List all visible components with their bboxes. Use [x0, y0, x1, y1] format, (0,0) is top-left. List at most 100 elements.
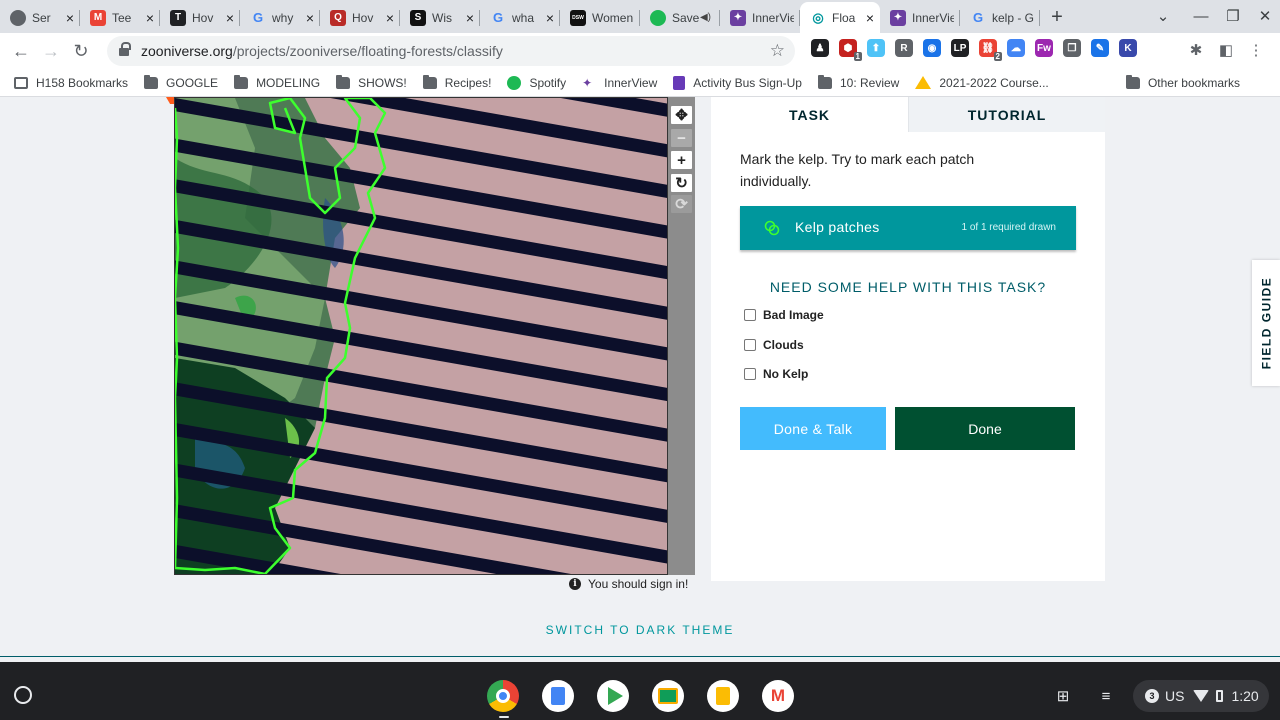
extension-icon[interactable]: ⛓ 2 — [979, 39, 1002, 61]
extension-icon[interactable]: K — [1119, 39, 1137, 57]
reload-icon[interactable]: ↻ — [66, 36, 96, 66]
browser-tab[interactable]: ✦InnerVie× — [720, 2, 800, 33]
close-tab-icon[interactable]: × — [66, 10, 74, 26]
bookmark-item[interactable]: SHOWS! — [336, 74, 407, 90]
extension-icon[interactable]: ⬢ 1 — [839, 39, 862, 61]
extension-icon[interactable]: ✎ — [1091, 39, 1109, 57]
tool-label: Kelp patches — [795, 219, 880, 235]
gmail-icon[interactable]: M — [762, 680, 794, 712]
dark-theme-toggle[interactable]: SWITCH TO DARK THEME — [0, 623, 1280, 637]
done-and-talk-button[interactable]: Done & Talk — [740, 407, 886, 450]
close-tab-icon[interactable]: × — [466, 10, 474, 26]
classroom-icon[interactable] — [652, 680, 684, 712]
bookmark-item[interactable]: GOOGLE — [144, 74, 219, 90]
address-bar[interactable]: zooniverse.org/projects/zooniverse/float… — [107, 36, 795, 66]
bookmark-item[interactable]: Spotify — [507, 75, 566, 90]
zoom-controls: ✥ − + ↻ ⟳ — [668, 97, 695, 575]
browser-tab[interactable]: Q Hov × — [320, 2, 400, 33]
checkbox-box[interactable] — [744, 309, 756, 321]
side-panel-icon[interactable]: ◧ — [1215, 39, 1237, 61]
browser-tab[interactable]: M Tee × — [80, 2, 160, 33]
launcher-icon[interactable] — [14, 686, 32, 704]
speaker-icon[interactable]: ◀) — [700, 12, 711, 23]
field-guide-tab[interactable]: FIELD GUIDE — [1252, 260, 1280, 386]
tab-search-icon[interactable]: ⌄ — [1147, 4, 1179, 28]
move-icon[interactable]: ✥ — [671, 106, 692, 124]
close-tab-icon[interactable]: × — [866, 10, 874, 26]
back-icon[interactable]: ← — [6, 36, 36, 66]
other-bookmarks[interactable]: Other bookmarks — [1125, 74, 1240, 90]
checkbox-box[interactable] — [744, 368, 756, 380]
extensions-puzzle-icon[interactable]: ✱ — [1185, 39, 1207, 61]
browser-tab[interactable]: T Hov × — [160, 2, 240, 33]
close-tab-icon[interactable]: × — [226, 10, 234, 26]
drive-icon — [915, 76, 932, 89]
keep-icon[interactable] — [707, 680, 739, 712]
forward-icon[interactable]: → — [36, 36, 66, 66]
new-tab-icon[interactable]: + — [1040, 2, 1074, 33]
bookmark-item[interactable]: Recipes! — [422, 74, 491, 90]
bookmark-star-icon[interactable]: ☆ — [770, 41, 785, 61]
browser-tab[interactable]: S Wis × — [400, 2, 480, 33]
chrome-icon[interactable] — [487, 680, 519, 712]
checkbox-box[interactable] — [744, 339, 756, 351]
rotate-icon[interactable]: ↻ — [671, 174, 692, 192]
browser-tab[interactable]: ✦InnerVie× — [880, 2, 960, 33]
info-icon: i — [569, 578, 581, 590]
extension-icon[interactable]: ◉ — [923, 39, 941, 57]
bookmark-item[interactable]: 10: Review — [817, 74, 899, 90]
checkbox-clouds[interactable]: Clouds — [744, 338, 804, 352]
subject-image[interactable] — [174, 97, 668, 575]
s-icon: S — [410, 9, 426, 26]
checkbox-no-kelp[interactable]: No Kelp — [744, 367, 808, 381]
folder-icon — [144, 74, 159, 89]
browser-tab[interactable]: Save◀)× — [640, 2, 720, 33]
bookmark-item[interactable]: 2021-2022 Course... — [915, 76, 1049, 90]
extension-icon[interactable]: R — [895, 39, 913, 57]
classify-page: ✥ − + ↻ ⟳ i You should sign in! TASK TUT… — [0, 97, 1280, 657]
browser-tab[interactable]: Ser × — [0, 2, 80, 33]
done-button[interactable]: Done — [895, 407, 1075, 450]
browser-tab[interactable]: DSWWomen× — [560, 2, 640, 33]
browser-tab[interactable]: Gwha × — [480, 2, 560, 33]
bookmark-label: MODELING — [256, 75, 321, 90]
close-tab-icon[interactable]: × — [386, 10, 394, 26]
close-window-icon[interactable]: ✕ — [1249, 4, 1280, 28]
extension-icon[interactable]: ☁ — [1007, 39, 1025, 57]
restore-icon[interactable]: ❐ — [1217, 4, 1249, 28]
media-controls-icon[interactable]: ≡ — [1096, 686, 1116, 706]
extension-icon[interactable]: LP — [951, 39, 969, 57]
help-heading[interactable]: NEED SOME HELP WITH THIS TASK? — [711, 279, 1105, 295]
menu-icon[interactable]: ⋮ — [1245, 39, 1267, 61]
zoom-out-icon[interactable]: − — [671, 129, 692, 147]
extension-icon[interactable]: ♟ — [811, 39, 829, 57]
close-tab-icon[interactable]: × — [306, 10, 314, 26]
docs-icon[interactable] — [542, 680, 574, 712]
checkbox-bad-image[interactable]: Bad Image — [744, 308, 824, 322]
checkbox-label: Bad Image — [763, 308, 824, 322]
play-store-icon[interactable] — [597, 680, 629, 712]
extension-icon[interactable]: ❐ — [1063, 39, 1081, 57]
browser-tab[interactable]: ◎ Floa × — [800, 2, 880, 33]
tab-tutorial[interactable]: TUTORIAL — [908, 97, 1105, 132]
signin-text: You should sign in! — [588, 577, 689, 591]
close-tab-icon[interactable]: × — [546, 10, 554, 26]
browser-tab[interactable]: Gkelp - G× — [960, 2, 1040, 33]
status-tray[interactable]: 3 US 1:20 — [1133, 680, 1269, 712]
extension-icon[interactable]: Fw — [1035, 39, 1053, 57]
screen-capture-icon[interactable]: ⊞ — [1053, 686, 1073, 706]
extension-icon[interactable]: ⬆ — [867, 39, 885, 57]
browser-tab[interactable]: Gwhy × — [240, 2, 320, 33]
bookmark-item[interactable]: H158 Bookmarks — [14, 76, 128, 90]
bookmark-item[interactable]: ✦ InnerView — [582, 76, 657, 90]
reset-icon[interactable]: ⟳ — [671, 195, 692, 213]
tab-task[interactable]: TASK — [711, 97, 908, 132]
bookmark-label: GOOGLE — [166, 75, 219, 90]
bookmark-item[interactable]: Activity Bus Sign-Up — [673, 75, 802, 90]
zoom-in-icon[interactable]: + — [671, 151, 692, 169]
minimize-icon[interactable]: — — [1185, 4, 1217, 28]
bookmark-label: Activity Bus Sign-Up — [693, 75, 802, 90]
close-tab-icon[interactable]: × — [146, 10, 154, 26]
kelp-patches-tool-button[interactable]: Kelp patches 1 of 1 required drawn — [740, 206, 1076, 250]
bookmark-item[interactable]: MODELING — [234, 74, 321, 90]
